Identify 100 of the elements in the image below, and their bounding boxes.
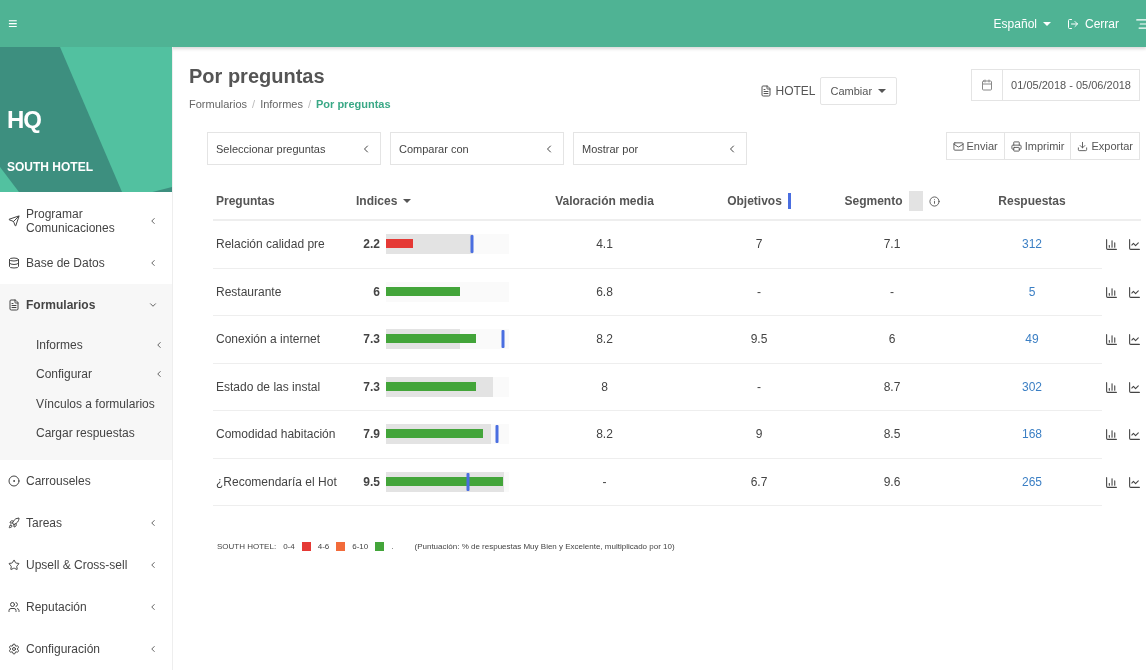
line-chart-icon[interactable] (1128, 238, 1141, 252)
database-icon (8, 257, 20, 269)
index-value: 9.5 (362, 474, 380, 489)
responses-link[interactable]: 168 (1022, 427, 1042, 442)
responses-link[interactable]: 265 (1022, 474, 1042, 489)
change-dropdown[interactable]: Cambiar (819, 77, 898, 105)
table-cell: 8 (513, 363, 696, 411)
info-icon (928, 195, 940, 207)
table-cell: 8.7 (822, 363, 962, 411)
sidebar-item[interactable]: Programar Comunicaciones (0, 200, 172, 242)
chevron-left-icon (148, 258, 158, 268)
action-button[interactable]: Imprimir (1003, 132, 1072, 160)
column-header[interactable]: Indices (353, 183, 513, 221)
table-cell: 8.2 (513, 411, 696, 459)
sidebar-item[interactable]: Configuración (0, 628, 172, 670)
table-cell: 9 (696, 411, 822, 459)
table-cell: 8.5 (822, 411, 962, 459)
column-header: Objetivos (696, 183, 822, 221)
chevron-left-icon (148, 560, 158, 570)
action-button[interactable]: Enviar (945, 132, 1005, 160)
table-cell: 9.6 (822, 458, 962, 506)
index-value: 2.2 (362, 237, 380, 252)
sidebar-item[interactable]: Formularios (0, 284, 172, 326)
column-header: Preguntas (213, 183, 353, 221)
filter-dropdown[interactable]: Mostrar por (573, 132, 747, 165)
document-icon (8, 299, 20, 311)
sidebar-item[interactable]: Upsell & Cross-sell (0, 544, 172, 586)
line-chart-icon[interactable] (1128, 285, 1141, 299)
table-cell: Estado de las instal (213, 363, 353, 411)
breadcrumb-link[interactable]: Informes (260, 98, 303, 110)
legend-range: 4-6 (317, 542, 330, 551)
table-cell: 6 (822, 316, 962, 364)
filter-dropdown[interactable]: Comparar con (390, 132, 564, 165)
download-icon (1077, 140, 1089, 152)
sidebar-item[interactable]: Base de Datos (0, 242, 172, 284)
submenu-item[interactable]: Informes (0, 330, 172, 360)
chevron-down-icon (148, 300, 158, 310)
bar-chart-icon[interactable] (1105, 238, 1118, 252)
breadcrumb-link[interactable]: Formularios (189, 98, 248, 110)
table-cell: 4.1 (513, 221, 696, 269)
table-cell: - (513, 458, 696, 506)
legend-note: (Puntuación: % de respuestas Muy Bien y Excelente, multiplicado por 10) (414, 542, 675, 551)
logo: HQ (7, 105, 42, 134)
hotel-label: HOTEL (759, 84, 816, 98)
table-cell: 6.8 (513, 268, 696, 316)
table-cell: Relación calidad pre (213, 221, 353, 269)
table-cell: - (822, 268, 962, 316)
line-chart-icon[interactable] (1128, 380, 1141, 394)
sidebar-item[interactable]: Tareas (0, 502, 172, 544)
table-cell: Comodidad habitación (213, 411, 353, 459)
bar-chart-icon[interactable] (1105, 333, 1118, 347)
bar-chart-icon[interactable] (1105, 380, 1118, 394)
logout-icon (1067, 17, 1079, 30)
responses-link[interactable]: 302 (1022, 379, 1042, 394)
chevron-left-icon (148, 518, 158, 528)
table-cell: - (696, 363, 822, 411)
rocket-icon (8, 517, 20, 529)
index-value: 7.3 (362, 332, 380, 347)
chevron-left-icon (154, 369, 164, 380)
gear-icon (8, 643, 20, 655)
table-cell: - (696, 268, 822, 316)
table-cell: 7.1 (822, 221, 962, 269)
column-header: Respuestas (962, 183, 1102, 221)
submenu-item[interactable]: Configurar (0, 359, 172, 389)
sidebar-item[interactable]: Carrouseles (0, 460, 172, 502)
sidebar-item[interactable]: Reputación (0, 586, 172, 628)
responses-link[interactable]: 5 (1028, 284, 1036, 299)
table-cell: 8.2 (513, 316, 696, 364)
segment-legend-icon (908, 191, 923, 211)
line-chart-icon[interactable] (1128, 333, 1141, 347)
legend-label: SOUTH HOTEL: (217, 542, 277, 551)
legend-range: 0-4 (283, 542, 295, 551)
line-chart-icon[interactable] (1128, 428, 1141, 442)
target-legend-icon (787, 193, 791, 209)
table-cell: 7 (696, 221, 822, 269)
index-value: 7.3 (362, 379, 380, 394)
table-cell: Conexión a internet (213, 316, 353, 364)
breadcrumb-separator: / (307, 98, 311, 110)
submenu-item[interactable]: Vínculos a formularios (0, 389, 172, 419)
calendar-icon (981, 79, 994, 91)
star-icon (8, 559, 20, 571)
action-button[interactable]: Exportar (1070, 132, 1140, 160)
legend-end: . (391, 542, 394, 551)
bar-chart-icon[interactable] (1105, 285, 1118, 299)
printer-icon (1010, 140, 1022, 152)
responses-link[interactable]: 312 (1022, 237, 1042, 252)
date-range-field[interactable]: 01/05/2018 - 05/06/2018 (971, 69, 1140, 101)
filter-dropdown[interactable]: Seleccionar preguntas (207, 132, 381, 165)
submenu-item[interactable]: Cargar respuestas (0, 418, 172, 448)
responses-link[interactable]: 49 (1025, 332, 1039, 347)
document-icon (759, 85, 772, 97)
bar-chart-icon[interactable] (1105, 475, 1118, 489)
mail-icon (952, 140, 964, 152)
line-chart-icon[interactable] (1128, 475, 1141, 489)
column-header: Segmento (822, 183, 962, 221)
bar-chart-icon[interactable] (1105, 428, 1118, 442)
chevron-left-icon (148, 602, 158, 612)
chevron-left-icon (148, 644, 158, 654)
hotel-name: SOUTH HOTEL (7, 159, 94, 174)
circle-icon (8, 475, 20, 487)
